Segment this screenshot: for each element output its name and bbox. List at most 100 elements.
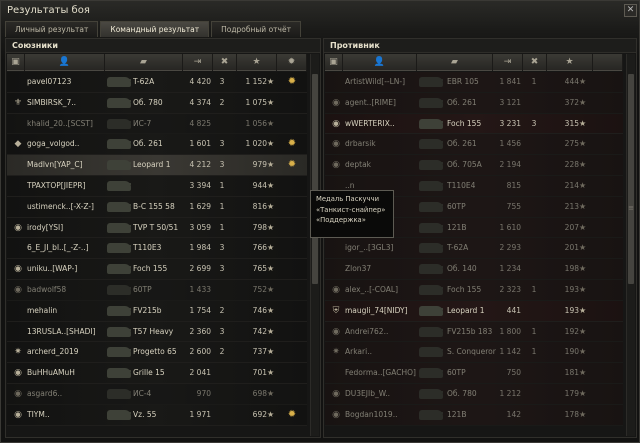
enemies-scroll-thumb[interactable] bbox=[628, 74, 634, 284]
player-row[interactable]: ◉ Bogdan1019.. 121B 142 178 ★ bbox=[325, 404, 623, 426]
player-row[interactable]: ◉ irody[YSI] TVP T 50/51 3 059 1 798 ★ bbox=[7, 217, 307, 239]
player-row[interactable]: 13RUSLA..[SHADI] T57 Heavy 2 360 3 742 ★ bbox=[7, 321, 307, 343]
damage-value: 441 bbox=[506, 305, 521, 315]
xp-value: 816 bbox=[252, 201, 267, 211]
close-icon[interactable]: ✕ bbox=[624, 4, 637, 17]
player-row[interactable]: ◆ goga_volgod.. Об. 261 1 601 3 1 020 ★ ✹ bbox=[7, 134, 307, 156]
frags-icon[interactable]: ✖ bbox=[523, 54, 547, 71]
player-row[interactable]: ◉ drbarsik Об. 261 1 456 275 ★ bbox=[325, 134, 623, 156]
vehicle-name: ИС-7 bbox=[133, 118, 152, 128]
player-name: 13RUSLA..[SHADI] bbox=[27, 326, 96, 336]
player-row[interactable]: ◉ wWERTERIX.. Foch 155 3 231 3 315 ★ bbox=[325, 113, 623, 135]
tank-icon[interactable]: ▰ bbox=[417, 54, 493, 71]
player-row[interactable]: ustimenck..[-X-Z-] B-C 155 58 1 629 1 816 ★ bbox=[7, 196, 307, 218]
player-badge-icon bbox=[329, 259, 343, 279]
tank-thumbnail bbox=[105, 72, 131, 92]
player-row[interactable]: ArtistWild[--LN-] EBR 105 1 841 1 444 ★ bbox=[325, 72, 623, 93]
player-badge-icon: ◉ bbox=[332, 326, 340, 337]
star-icon: ★ bbox=[579, 326, 587, 336]
squad-icon[interactable]: ▣ bbox=[7, 54, 25, 71]
player-row[interactable]: ✷ archerd_2019 Progetto 65 2 600 2 737 ★ bbox=[7, 342, 307, 364]
tank-icon[interactable]: ▰ bbox=[105, 54, 183, 71]
squad-icon[interactable]: ▣ bbox=[325, 54, 343, 71]
player-row[interactable]: Fedorma..[GACHO] 60TP 750 181 ★ bbox=[325, 363, 623, 384]
medal-icon[interactable]: ✹ bbox=[285, 134, 299, 154]
enemies-scrollbar[interactable]: ≡ bbox=[626, 54, 635, 436]
player-row[interactable]: mehalin FV215b 1 754 2 746 ★ bbox=[7, 300, 307, 322]
frags-value bbox=[527, 259, 541, 279]
vehicle-name: Foch 155 bbox=[133, 264, 168, 274]
player-row[interactable]: ◉ Andrei762.. FV215b 183 1 800 1 192 ★ bbox=[325, 321, 623, 343]
medal-icon bbox=[285, 301, 299, 321]
player-row[interactable]: ⛨ maugli_74[NIDY] Leopard 1 441 193 ★ bbox=[325, 300, 623, 322]
xp-value: 213 bbox=[564, 201, 579, 211]
medal-icon[interactable]: ✹ bbox=[285, 155, 299, 175]
star-icon: ★ bbox=[267, 77, 275, 86]
player-row[interactable]: ◉ alex_..[-COAL] Foch 155 2 323 1 193 ★ bbox=[325, 279, 623, 301]
tank-thumbnail bbox=[417, 197, 443, 217]
player-row[interactable]: ◉ deptak Об. 705A 2 194 228 ★ bbox=[325, 155, 623, 176]
frags-value: 1 bbox=[219, 222, 225, 232]
damage-value: 2 600 bbox=[189, 347, 211, 357]
player-badge-icon: ◉ bbox=[332, 388, 340, 399]
player-row[interactable]: ⚜ SIMBIRSK_7.. Об. 780 4 374 2 1 075 ★ bbox=[7, 92, 307, 114]
player-badge-icon bbox=[11, 155, 25, 175]
player-badge-icon bbox=[329, 238, 343, 258]
player-row[interactable]: TPAXTOP[JIEPR] 3 394 1 944 ★ bbox=[7, 175, 307, 197]
player-row[interactable]: khalid_20..[SCST] ИС-7 4 825 1 056 ★ bbox=[7, 113, 307, 135]
player-icon[interactable]: 👤 bbox=[25, 54, 105, 71]
xp-icon[interactable]: ★ bbox=[547, 54, 593, 71]
frags-value: 3 bbox=[219, 77, 225, 86]
player-row[interactable]: ◉ badwolf58 60TP 1 433 752 ★ bbox=[7, 279, 307, 301]
damage-value: 1 754 bbox=[189, 305, 211, 315]
star-icon: ★ bbox=[267, 118, 275, 128]
player-row[interactable]: ◉ uniku..[WAP-] Foch 155 2 699 3 765 ★ bbox=[7, 259, 307, 280]
player-row[interactable]: Zlon37 Об. 140 1 234 198 ★ bbox=[325, 259, 623, 280]
player-name: ustimenck..[-X-Z-] bbox=[27, 201, 94, 211]
player-badge-icon: ◉ bbox=[332, 118, 340, 129]
player-row[interactable]: igor_..[3GL3] T-62A 2 293 201 ★ bbox=[325, 238, 623, 260]
player-badge-icon bbox=[11, 72, 25, 92]
frags-icon[interactable]: ✖ bbox=[213, 54, 237, 71]
player-name: mehalin bbox=[27, 305, 58, 315]
xp-value: 207 bbox=[564, 222, 579, 232]
medal-icon[interactable]: ✹ bbox=[285, 72, 299, 92]
xp-value: 275 bbox=[564, 139, 579, 149]
frags-value: 2 bbox=[219, 97, 225, 107]
xp-icon[interactable]: ★ bbox=[237, 54, 277, 71]
tank-thumbnail bbox=[105, 218, 131, 238]
tank-thumbnail bbox=[417, 280, 443, 300]
star-icon: ★ bbox=[579, 409, 587, 419]
xp-value: 737 bbox=[252, 347, 267, 357]
damage-icon[interactable]: ⇥ bbox=[493, 54, 523, 71]
player-row[interactable]: ✷ Arkari.. S. Conqueror 1 142 1 190 ★ bbox=[325, 342, 623, 364]
tab-team-result[interactable]: Командный результат bbox=[100, 21, 210, 37]
damage-icon[interactable]: ⇥ bbox=[183, 54, 213, 71]
player-row[interactable]: ◉ agent..[RIME] Об. 261 3 121 372 ★ bbox=[325, 92, 623, 114]
achievement-icon[interactable] bbox=[593, 54, 623, 71]
allies-scrollbar[interactable]: ≡ bbox=[310, 54, 319, 436]
player-row[interactable]: Madlvn[YAP_C] Leopard 1 4 212 3 979 ★ ✹ bbox=[7, 155, 307, 176]
tab-detailed-report[interactable]: Подробный отчёт bbox=[211, 21, 301, 37]
tank-thumbnail bbox=[105, 176, 131, 196]
frags-value: 3 bbox=[219, 139, 225, 149]
player-row[interactable]: 6_E_JI_bl..[_-Z-..] T110E3 1 984 3 766 ★ bbox=[7, 238, 307, 260]
vehicle-name: T57 Heavy bbox=[133, 326, 174, 336]
player-row[interactable]: ◉ BuHHuAMuH Grille 15 2 041 701 ★ bbox=[7, 363, 307, 384]
allies-scroll-thumb[interactable] bbox=[312, 74, 318, 284]
star-icon: ★ bbox=[579, 118, 587, 128]
player-icon[interactable]: 👤 bbox=[343, 54, 417, 71]
star-icon: ★ bbox=[267, 388, 275, 398]
tab-personal-result[interactable]: Личный результат bbox=[5, 21, 99, 37]
star-icon: ★ bbox=[267, 305, 275, 315]
damage-value: 3 394 bbox=[189, 180, 211, 190]
player-row[interactable]: ◉ TIYM.. Vz. 55 1 971 692 ★ ✹ bbox=[7, 404, 307, 426]
player-row[interactable]: ◉ DU3EJIb_W.. Об. 780 1 212 179 ★ bbox=[325, 383, 623, 405]
player-row[interactable]: pavel07123 T-62A 4 420 3 1 152 ★ ✹ bbox=[7, 72, 307, 93]
damage-value: 1 142 bbox=[499, 347, 521, 357]
player-badge-icon bbox=[11, 238, 25, 258]
achievement-icon[interactable]: ✹ bbox=[277, 54, 307, 71]
damage-value: 4 420 bbox=[189, 77, 211, 86]
player-row[interactable]: ◉ asgard6.. ИС-4 970 698 ★ bbox=[7, 383, 307, 405]
medal-icon[interactable]: ✹ bbox=[285, 405, 299, 425]
